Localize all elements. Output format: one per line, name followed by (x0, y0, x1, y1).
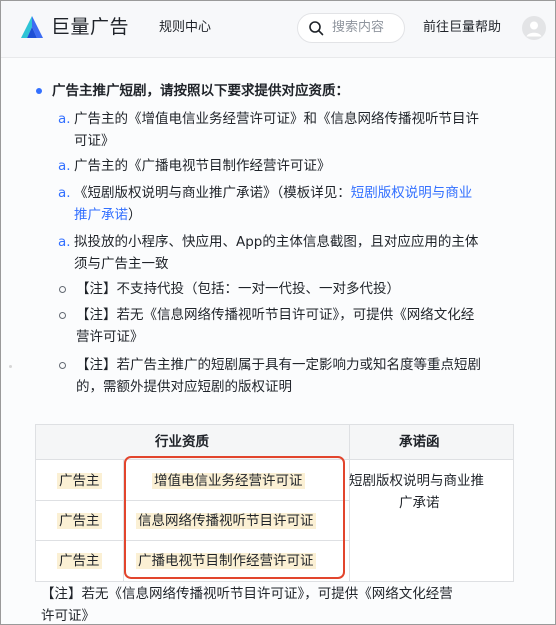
search-icon (309, 21, 324, 36)
nav-rules-center[interactable]: 规则中心 (159, 18, 211, 38)
brand-name[interactable]: 巨量广告 (51, 14, 129, 40)
table-header-qualification: 行业资质 (155, 434, 209, 450)
note-text: 的，需额外提供对应短剧的版权证明 (76, 379, 292, 395)
note-text: 营许可证》 (76, 329, 144, 345)
commitment-text: 短剧版权说明与商业推 (349, 473, 484, 489)
table-row-role: 广告主 (57, 473, 102, 489)
list-item-text-prefix: 《短剧版权说明与商业推广承诺》（模板详见： (74, 185, 351, 201)
list-item-text-suffix: ） (128, 207, 142, 223)
decorative-dot (9, 365, 12, 368)
table-row-role: 广告主 (57, 513, 102, 529)
list-item-text: 须与广告主一致 (74, 256, 169, 272)
search-input[interactable]: 搜索内容 (297, 13, 405, 43)
bullet-dot (36, 88, 42, 94)
commitment-template-link-cont[interactable]: 推广承诺 (74, 207, 128, 223)
table-footnote: 【注】若无《信息网络传播视听节目许可证》，可提供《网络文化经营 许可证》 (41, 583, 541, 624)
commitment-template-link[interactable]: 短剧版权说明与商业 (351, 185, 473, 201)
screenshot-frame: 巨量广告 规则中心 搜索内容 前往巨量帮助 广告主推广短剧，请按照以下要求提供对… (0, 0, 556, 625)
table-footnote-line: 许可证》 (41, 608, 95, 624)
table-footnote-line: 【注】若无《信息网络传播视听节目许可证》，可提供《网络文化经营 (41, 586, 453, 602)
list-marker: a. (58, 234, 71, 250)
commitment-text: 广承诺 (399, 495, 440, 511)
list-item-text: 拟投放的小程序、快应用、App的主体信息截图，且对应应用的主体 (74, 234, 479, 250)
list-marker: a. (58, 111, 71, 127)
list-item-text: 可证》 (74, 133, 115, 149)
user-avatar-icon[interactable] (522, 16, 546, 40)
annotation-red-box (124, 456, 345, 579)
table-row-role: 广告主 (57, 553, 102, 569)
list-item-text: 推广承诺） (74, 204, 142, 227)
list-marker: a. (58, 158, 71, 174)
note-text: 【注】若无《信息网络传播视听节目许可证》，可提供《网络文化经 (76, 307, 475, 323)
note-text: 【注】若广告主推广的短剧属于具有一定影响力或知名度等重点短剧 (76, 357, 481, 373)
list-item-text: 广告主的《广播电视节目制作经营许可证》 (74, 158, 331, 174)
note-text: 【注】不支持代投（包括：一对一代投、一对多代投） (76, 281, 400, 297)
table-header-commitment: 承诺函 (399, 434, 440, 450)
note-bullet (59, 362, 66, 369)
list-item-text: 广告主的《增值电信业务经营许可证》和《信息网络传播视听节目许 (74, 111, 479, 127)
juliang-logo-icon[interactable] (19, 14, 45, 40)
note-bullet (59, 312, 66, 319)
top-nav-bar: 巨量广告 规则中心 搜索内容 前往巨量帮助 (1, 1, 555, 58)
note-bullet (59, 286, 66, 293)
list-marker: a. (58, 185, 71, 201)
nav-help-link[interactable]: 前往巨量帮助 (423, 18, 501, 38)
search-placeholder: 搜索内容 (332, 20, 385, 35)
requirements-heading: 广告主推广短剧，请按照以下要求提供对应资质： (52, 83, 349, 99)
list-item-text: 《短剧版权说明与商业推广承诺》（模板详见：短剧版权说明与商业 (74, 182, 544, 205)
